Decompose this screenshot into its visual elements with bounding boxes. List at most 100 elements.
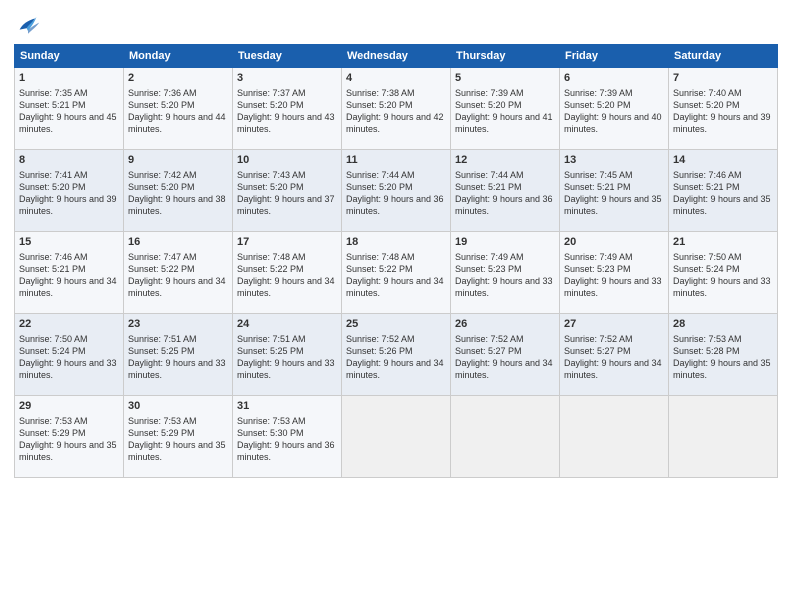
- calendar-cell: 25 Sunrise: 7:52 AMSunset: 5:26 PMDayligh…: [342, 314, 451, 396]
- day-info: Sunrise: 7:49 AMSunset: 5:23 PMDaylight:…: [564, 252, 662, 298]
- day-number: 23: [128, 317, 228, 332]
- logo: [14, 10, 46, 38]
- day-info: Sunrise: 7:52 AMSunset: 5:26 PMDaylight:…: [346, 334, 444, 380]
- calendar-cell: 15 Sunrise: 7:46 AMSunset: 5:21 PMDayligh…: [15, 232, 124, 314]
- day-info: Sunrise: 7:48 AMSunset: 5:22 PMDaylight:…: [346, 252, 444, 298]
- calendar-cell: 6Sunrise: 7:39 AMSunset: 5:20 PMDaylight…: [560, 68, 669, 150]
- weekday-header-wednesday: Wednesday: [342, 45, 451, 68]
- calendar-cell: 21 Sunrise: 7:50 AMSunset: 5:24 PMDayligh…: [669, 232, 778, 314]
- calendar-header: SundayMondayTuesdayWednesdayThursdayFrid…: [15, 45, 778, 68]
- calendar-table: SundayMondayTuesdayWednesdayThursdayFrid…: [14, 44, 778, 478]
- calendar-cell: 19 Sunrise: 7:49 AMSunset: 5:23 PMDayligh…: [451, 232, 560, 314]
- calendar-cell: [342, 396, 451, 478]
- day-info: Sunrise: 7:46 AMSunset: 5:21 PMDaylight:…: [673, 170, 771, 216]
- day-info: Sunrise: 7:52 AMSunset: 5:27 PMDaylight:…: [455, 334, 553, 380]
- calendar-cell: 12 Sunrise: 7:44 AMSunset: 5:21 PMDayligh…: [451, 150, 560, 232]
- day-info: Sunrise: 7:49 AMSunset: 5:23 PMDaylight:…: [455, 252, 553, 298]
- calendar-week-4: 22 Sunrise: 7:50 AMSunset: 5:24 PMDayligh…: [15, 314, 778, 396]
- day-number: 4: [346, 71, 446, 86]
- day-info: Sunrise: 7:40 AMSunset: 5:20 PMDaylight:…: [673, 88, 771, 134]
- day-number: 29: [19, 399, 119, 414]
- calendar-cell: 22 Sunrise: 7:50 AMSunset: 5:24 PMDayligh…: [15, 314, 124, 396]
- day-number: 27: [564, 317, 664, 332]
- weekday-header-saturday: Saturday: [669, 45, 778, 68]
- day-number: 14: [673, 153, 773, 168]
- calendar-week-2: 8 Sunrise: 7:41 AMSunset: 5:20 PMDaylight…: [15, 150, 778, 232]
- day-info: Sunrise: 7:44 AMSunset: 5:21 PMDaylight:…: [455, 170, 553, 216]
- day-info: Sunrise: 7:53 AMSunset: 5:28 PMDaylight:…: [673, 334, 771, 380]
- day-number: 20: [564, 235, 664, 250]
- day-number: 15: [19, 235, 119, 250]
- calendar-cell: 7 Sunrise: 7:40 AMSunset: 5:20 PMDaylight…: [669, 68, 778, 150]
- day-number: 8: [19, 153, 119, 168]
- calendar-cell: 27Sunrise: 7:52 AMSunset: 5:27 PMDayligh…: [560, 314, 669, 396]
- calendar-cell: 1 Sunrise: 7:35 AMSunset: 5:21 PMDaylight…: [15, 68, 124, 150]
- day-info: Sunrise: 7:41 AMSunset: 5:20 PMDaylight:…: [19, 170, 117, 216]
- day-info: Sunrise: 7:36 AMSunset: 5:20 PMDaylight:…: [128, 88, 226, 134]
- day-info: Sunrise: 7:48 AMSunset: 5:22 PMDaylight:…: [237, 252, 335, 298]
- day-number: 9: [128, 153, 228, 168]
- day-number: 25: [346, 317, 446, 332]
- day-info: Sunrise: 7:53 AMSunset: 5:29 PMDaylight:…: [19, 416, 117, 462]
- calendar-cell: 2 Sunrise: 7:36 AMSunset: 5:20 PMDaylight…: [124, 68, 233, 150]
- day-info: Sunrise: 7:44 AMSunset: 5:20 PMDaylight:…: [346, 170, 444, 216]
- day-info: Sunrise: 7:50 AMSunset: 5:24 PMDaylight:…: [19, 334, 117, 380]
- day-number: 17: [237, 235, 337, 250]
- day-info: Sunrise: 7:45 AMSunset: 5:21 PMDaylight:…: [564, 170, 662, 216]
- calendar-cell: 20 Sunrise: 7:49 AMSunset: 5:23 PMDayligh…: [560, 232, 669, 314]
- calendar-cell: 11 Sunrise: 7:44 AMSunset: 5:20 PMDayligh…: [342, 150, 451, 232]
- day-number: 1: [19, 71, 119, 86]
- calendar-cell: 30 Sunrise: 7:53 AMSunset: 5:29 PMDayligh…: [124, 396, 233, 478]
- day-number: 3: [237, 71, 337, 86]
- calendar-cell: 13 Sunrise: 7:45 AMSunset: 5:21 PMDayligh…: [560, 150, 669, 232]
- calendar-cell: 26 Sunrise: 7:52 AMSunset: 5:27 PMDayligh…: [451, 314, 560, 396]
- day-info: Sunrise: 7:38 AMSunset: 5:20 PMDaylight:…: [346, 88, 444, 134]
- day-info: Sunrise: 7:35 AMSunset: 5:21 PMDaylight:…: [19, 88, 117, 134]
- calendar-cell: 24Sunrise: 7:51 AMSunset: 5:25 PMDayligh…: [233, 314, 342, 396]
- calendar-week-5: 29 Sunrise: 7:53 AMSunset: 5:29 PMDayligh…: [15, 396, 778, 478]
- calendar-cell: 4 Sunrise: 7:38 AMSunset: 5:20 PMDaylight…: [342, 68, 451, 150]
- weekday-header-monday: Monday: [124, 45, 233, 68]
- day-info: Sunrise: 7:53 AMSunset: 5:30 PMDaylight:…: [237, 416, 335, 462]
- day-info: Sunrise: 7:47 AMSunset: 5:22 PMDaylight:…: [128, 252, 226, 298]
- day-number: 24: [237, 317, 337, 332]
- day-number: 22: [19, 317, 119, 332]
- calendar-week-3: 15 Sunrise: 7:46 AMSunset: 5:21 PMDayligh…: [15, 232, 778, 314]
- calendar-cell: 9 Sunrise: 7:42 AMSunset: 5:20 PMDaylight…: [124, 150, 233, 232]
- calendar-container: SundayMondayTuesdayWednesdayThursdayFrid…: [0, 0, 792, 612]
- day-info: Sunrise: 7:42 AMSunset: 5:20 PMDaylight:…: [128, 170, 226, 216]
- day-number: 11: [346, 153, 446, 168]
- day-number: 5: [455, 71, 555, 86]
- calendar-cell: 31 Sunrise: 7:53 AMSunset: 5:30 PMDayligh…: [233, 396, 342, 478]
- day-info: Sunrise: 7:53 AMSunset: 5:29 PMDaylight:…: [128, 416, 226, 462]
- calendar-cell: 17 Sunrise: 7:48 AMSunset: 5:22 PMDayligh…: [233, 232, 342, 314]
- day-number: 21: [673, 235, 773, 250]
- day-number: 30: [128, 399, 228, 414]
- calendar-cell: 8 Sunrise: 7:41 AMSunset: 5:20 PMDaylight…: [15, 150, 124, 232]
- weekday-header-thursday: Thursday: [451, 45, 560, 68]
- day-number: 16: [128, 235, 228, 250]
- day-number: 26: [455, 317, 555, 332]
- day-info: Sunrise: 7:46 AMSunset: 5:21 PMDaylight:…: [19, 252, 117, 298]
- day-info: Sunrise: 7:37 AMSunset: 5:20 PMDaylight:…: [237, 88, 335, 134]
- day-info: Sunrise: 7:39 AMSunset: 5:20 PMDaylight:…: [455, 88, 553, 134]
- calendar-cell: 10Sunrise: 7:43 AMSunset: 5:20 PMDayligh…: [233, 150, 342, 232]
- day-number: 19: [455, 235, 555, 250]
- calendar-cell: [669, 396, 778, 478]
- calendar-cell: 18 Sunrise: 7:48 AMSunset: 5:22 PMDayligh…: [342, 232, 451, 314]
- calendar-cell: 3 Sunrise: 7:37 AMSunset: 5:20 PMDaylight…: [233, 68, 342, 150]
- day-number: 13: [564, 153, 664, 168]
- calendar-cell: 29 Sunrise: 7:53 AMSunset: 5:29 PMDayligh…: [15, 396, 124, 478]
- day-number: 18: [346, 235, 446, 250]
- day-number: 10: [237, 153, 337, 168]
- day-number: 2: [128, 71, 228, 86]
- day-number: 12: [455, 153, 555, 168]
- day-number: 28: [673, 317, 773, 332]
- day-info: Sunrise: 7:50 AMSunset: 5:24 PMDaylight:…: [673, 252, 771, 298]
- calendar-cell: [560, 396, 669, 478]
- day-info: Sunrise: 7:39 AMSunset: 5:20 PMDaylight:…: [564, 88, 662, 134]
- day-number: 7: [673, 71, 773, 86]
- weekday-header-sunday: Sunday: [15, 45, 124, 68]
- calendar-cell: [451, 396, 560, 478]
- day-number: 31: [237, 399, 337, 414]
